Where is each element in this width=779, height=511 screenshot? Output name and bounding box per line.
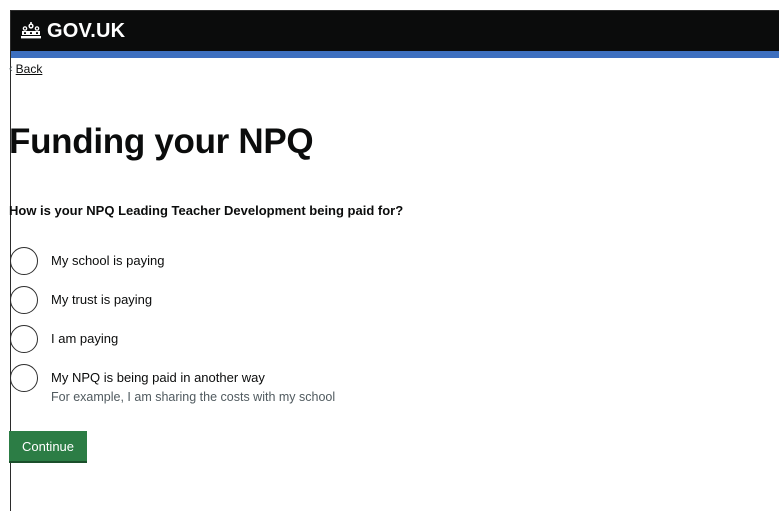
back-link[interactable]: ‹ Back — [9, 62, 42, 76]
radio-label[interactable]: I am paying — [51, 331, 118, 346]
radio-hint: For example, I am sharing the costs with… — [51, 390, 336, 404]
govuk-header: GOV.UK — [11, 11, 779, 51]
radio-option-self[interactable]: I am paying — [10, 325, 118, 353]
radio-button[interactable] — [10, 286, 38, 314]
back-link-label[interactable]: Back — [16, 62, 43, 76]
radio-option-other[interactable]: My NPQ is being paid in another way For … — [10, 364, 335, 404]
crown-icon — [21, 22, 41, 39]
govuk-logo-link[interactable]: GOV.UK — [19, 20, 125, 43]
radio-option-trust[interactable]: My trust is paying — [10, 286, 152, 314]
radio-label[interactable]: My school is paying — [51, 253, 164, 268]
radio-label[interactable]: My trust is paying — [51, 292, 152, 307]
radio-label[interactable]: My NPQ is being paid in another way — [51, 370, 335, 385]
header-accent-bar — [11, 51, 779, 58]
govuk-logo-text: GOV.UK — [47, 19, 126, 42]
continue-button[interactable]: Continue — [9, 431, 87, 463]
radio-option-school[interactable]: My school is paying — [10, 247, 164, 275]
question-legend: How is your NPQ Leading Teacher Developm… — [9, 203, 404, 218]
radio-button[interactable] — [10, 364, 38, 392]
chevron-left-icon: ‹ — [9, 63, 13, 75]
radio-button[interactable] — [10, 247, 38, 275]
radio-button[interactable] — [10, 325, 38, 353]
page-title: Funding your NPQ — [9, 122, 314, 161]
